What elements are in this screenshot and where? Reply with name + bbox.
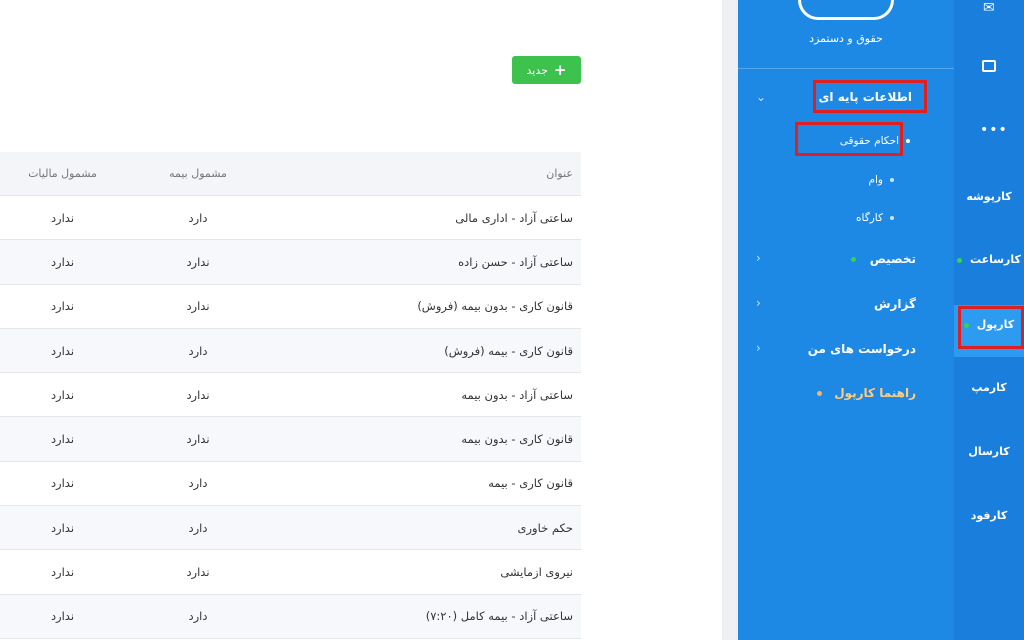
cell-title: ساعتی آزاد - بیمه کامل (۷:۲۰)	[425, 609, 573, 624]
table-row[interactable]: قانون کاری - بدون بیمه ندارد ندارد	[0, 417, 581, 462]
rail-item-label: کارساعت	[969, 253, 1021, 266]
table-row[interactable]: قانون کاری - بیمه (فروش) دارد ندارد	[0, 328, 581, 374]
table-row[interactable]: ساعتی آزاد - بدون بیمه ندارد ندارد	[0, 373, 581, 418]
sidebar-item-guide[interactable]: راهنما کارپول	[817, 386, 916, 400]
rail-item-karfood[interactable]: کارفود	[954, 509, 1024, 522]
cell-tax: ندارد	[50, 387, 75, 402]
sidebar-subitem-label: وام	[868, 174, 884, 186]
chevron-down-icon[interactable]: ⌄	[756, 90, 766, 104]
sidebar-item-label: درخواست های من	[807, 342, 916, 356]
sidebar-item-my-requests[interactable]: درخواست های من	[808, 342, 916, 356]
table-row[interactable]: ساعتی آزاد - حسن زاده ندارد ندارد	[0, 240, 581, 285]
table-row[interactable]: قانون کاری - بدون بیمه (فروش) ندارد ندار…	[0, 285, 581, 329]
rail-item-karsal[interactable]: کارسال	[954, 445, 1024, 458]
sidebar-subitem-workshop[interactable]: کارگاه	[856, 212, 894, 224]
sidebar-item-label: گزارش	[873, 297, 916, 311]
cell-tax: ندارد	[50, 520, 75, 535]
cell-insurance: ندارد	[186, 565, 210, 580]
new-button[interactable]: + جدید	[512, 56, 581, 84]
column-header-title[interactable]: عنوان	[271, 167, 581, 180]
cell-title: نیروی ازمایشی	[500, 565, 573, 580]
bullet-icon	[890, 216, 894, 220]
app-rail: ✉ ••• کارپوشه کارساعت کارپول کارمپ کارسا…	[954, 0, 1024, 640]
cell-tax: ندارد	[50, 254, 75, 269]
mail-icon[interactable]: ✉	[983, 0, 995, 16]
sidebar-item-report[interactable]: گزارش	[874, 297, 916, 311]
bullet-icon	[906, 139, 910, 143]
sidebar-divider	[738, 68, 954, 69]
cell-insurance: ندارد	[186, 387, 210, 402]
cell-tax: ندارد	[50, 609, 75, 624]
cell-title: ساعتی آزاد - اداری مالی	[455, 210, 573, 225]
table-row[interactable]: حکم خاوری دارد ندارد	[0, 506, 581, 551]
sidebar-item-allocation[interactable]: تخصیص	[850, 252, 916, 266]
cell-title: قانون کاری - بدون بیمه	[461, 432, 573, 447]
status-dot-icon	[957, 258, 963, 263]
cell-insurance: دارد	[188, 476, 208, 491]
table-row[interactable]: ساعتی آزاد - بیمه کامل (۷:۲۰) دارد ندارد	[0, 594, 581, 639]
table-row[interactable]: نیروی ازمایشی ندارد ندارد	[0, 550, 581, 595]
highlight-box-salary-orders	[795, 122, 903, 156]
hand-logo-icon	[798, 0, 894, 20]
cell-title: ساعتی آزاد - بدون بیمه	[461, 387, 573, 402]
sidebar-item-label: تخصیص	[869, 252, 916, 266]
cell-insurance: ندارد	[186, 299, 210, 314]
rail-item-karmap[interactable]: کارمپ	[954, 381, 1024, 394]
highlight-box-karpool	[958, 306, 1024, 349]
cell-tax: ندارد	[50, 210, 75, 225]
sidebar-subitem-loan[interactable]: وام	[868, 174, 894, 186]
briefcase-icon[interactable]	[982, 60, 996, 72]
cell-tax: ندارد	[50, 343, 75, 358]
cell-title: قانون کاری - بیمه (فروش)	[444, 343, 573, 358]
status-dot-icon	[850, 256, 856, 262]
content-divider	[722, 0, 738, 640]
highlight-box-base-info	[813, 80, 927, 113]
cell-tax: ندارد	[50, 476, 75, 491]
chevron-left-icon[interactable]: ‹	[756, 341, 761, 355]
cell-title: قانون کاری - بیمه	[488, 476, 573, 491]
column-header-tax[interactable]: مشمول مالیات	[0, 167, 125, 180]
bullet-icon	[890, 178, 894, 182]
sidebar: حقوق و دستمزد اطلاعات پایه ای ⌄ احکام حق…	[738, 0, 954, 640]
cell-title: قانون کاری - بدون بیمه (فروش)	[417, 299, 573, 314]
chevron-left-icon[interactable]: ‹	[756, 251, 761, 265]
column-header-insurance[interactable]: مشمول بیمه	[125, 167, 271, 180]
cell-insurance: دارد	[188, 343, 208, 358]
table-row[interactable]: ساعتی آزاد - اداری مالی دارد ندارد	[0, 196, 581, 241]
cell-tax: ندارد	[50, 299, 75, 314]
app-title: حقوق و دستمزد	[809, 32, 883, 45]
cell-insurance: ندارد	[186, 254, 210, 269]
status-dot-icon	[817, 390, 823, 396]
cell-insurance: دارد	[188, 210, 208, 225]
table-row[interactable]: قانون کاری - بیمه دارد ندارد	[0, 462, 581, 507]
sidebar-item-label: راهنما کارپول	[834, 386, 916, 400]
sidebar-subitem-label: کارگاه	[856, 212, 883, 224]
rail-item-karsaat[interactable]: کارساعت	[954, 253, 1024, 266]
cell-insurance: دارد	[188, 609, 208, 624]
table-header: عنوان مشمول بیمه مشمول مالیات	[0, 152, 581, 196]
salary-orders-table: عنوان مشمول بیمه مشمول مالیات ساعتی آزاد…	[0, 152, 581, 639]
cell-title: حکم خاوری	[517, 520, 574, 535]
cell-tax: ندارد	[50, 565, 75, 580]
rail-item-karpooshe[interactable]: کارپوشه	[954, 190, 1024, 203]
chevron-left-icon[interactable]: ‹	[756, 296, 761, 310]
more-dots-icon[interactable]: •••	[980, 122, 1008, 138]
cell-insurance: دارد	[188, 520, 208, 535]
cell-title: ساعتی آزاد - حسن زاده	[458, 254, 573, 269]
plus-icon: +	[553, 60, 567, 79]
cell-tax: ندارد	[50, 432, 75, 447]
cell-insurance: ندارد	[186, 432, 210, 447]
new-button-label: جدید	[526, 63, 548, 77]
